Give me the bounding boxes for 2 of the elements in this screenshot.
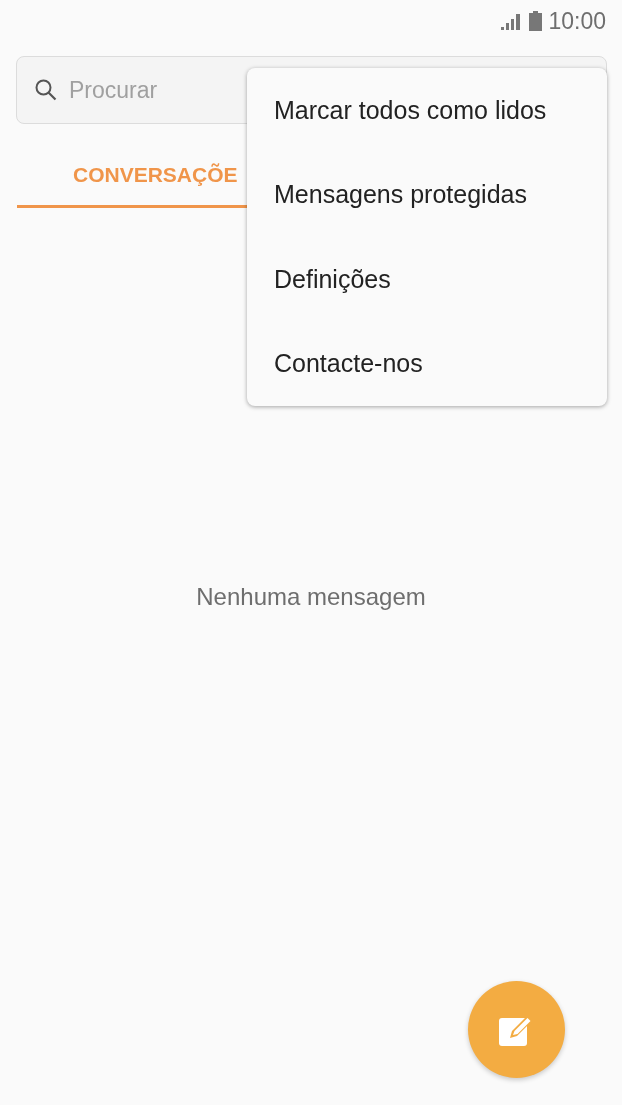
clock: 10:00 xyxy=(548,7,606,35)
empty-message: Nenhuma mensagem xyxy=(196,582,426,611)
